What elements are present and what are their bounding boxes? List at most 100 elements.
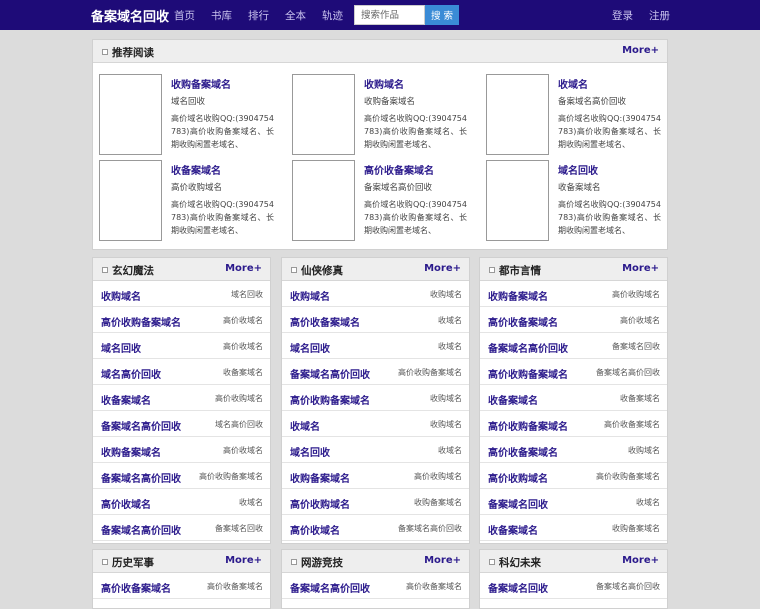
book-title-link[interactable]: 域名回收 (290, 340, 330, 355)
book-title-link[interactable]: 高价收备案域名 (290, 314, 360, 329)
list-item: 备案域名高价回收 高价收购备案域名 (282, 359, 469, 385)
book-title-link[interactable]: 收购备案域名 (171, 76, 231, 91)
book-cover-image[interactable] (486, 160, 549, 241)
book-title-link[interactable]: 备案域名回收 (488, 580, 548, 595)
nav-link-history[interactable]: 轨迹 (322, 8, 343, 23)
list-item: 域名回收 高价收域名 (93, 333, 270, 359)
book-title-link[interactable]: 收备案域名 (171, 162, 221, 177)
category-panel-xianxia: 仙侠修真 More+ 收购域名 收购域名 高价收备案域名 收域名 域名回收 收域名 备案域名… (281, 257, 470, 544)
recommend-more-link[interactable]: More+ (622, 45, 659, 56)
recommend-item: 域名回收 收备案域名 高价域名收购QQ:(3904754783)高价收购备案域名… (486, 160, 671, 242)
category-more-link[interactable]: More+ (225, 555, 262, 566)
book-cover-image[interactable] (292, 160, 355, 241)
book-title-link[interactable]: 域名高价回收 (101, 366, 161, 381)
book-title-link[interactable]: 域名回收 (101, 340, 141, 355)
book-title-link[interactable]: 高价收备案域名 (488, 444, 558, 459)
book-title-link[interactable]: 收备案域名 (101, 392, 151, 407)
book-title-link[interactable]: 域名回收 (290, 444, 330, 459)
book-title-link[interactable]: 备案域名高价回收 (290, 366, 370, 381)
book-title-link[interactable]: 收购备案域名 (101, 444, 161, 459)
category-panel-header: 历史军事 More+ (93, 550, 270, 573)
list-item: 高价收购备案域名 备案域名高价回收 (480, 359, 667, 385)
book-title-link[interactable]: 高价收购备案域名 (290, 392, 370, 407)
category-more-link[interactable]: More+ (622, 555, 659, 566)
square-bullet-icon (291, 559, 297, 565)
book-author: 备案域名回收 (215, 524, 263, 533)
category-list: 高价收备案域名 高价收备案域名 (93, 573, 270, 599)
book-title-link[interactable]: 收域名 (290, 418, 320, 433)
book-title-link[interactable]: 收域名 (558, 76, 588, 91)
book-title-link[interactable]: 备案域名高价回收 (101, 470, 181, 485)
book-title-link[interactable]: 高价收域名 (290, 522, 340, 537)
book-title-link[interactable]: 收购域名 (364, 76, 404, 91)
book-title-link[interactable]: 收购备案域名 (488, 288, 548, 303)
nav-link-home[interactable]: 首页 (174, 8, 195, 23)
square-bullet-icon (291, 267, 297, 273)
book-title-link[interactable]: 收购备案域名 (290, 470, 350, 485)
category-list: 备案域名高价回收 高价收备案域名 (282, 573, 469, 599)
list-item: 备案域名高价回收 备案域名回收 (93, 515, 270, 541)
category-list: 收购域名 收购域名 高价收备案域名 收域名 域名回收 收域名 备案域名高价回收 高价收购备案域… (282, 281, 469, 541)
login-link[interactable]: 登录 (612, 8, 633, 23)
register-link[interactable]: 注册 (649, 8, 670, 23)
book-title-link[interactable]: 备案域名回收 (488, 496, 548, 511)
book-title-link[interactable]: 高价收购备案域名 (488, 366, 568, 381)
book-author: 备案域名高价回收 (558, 97, 627, 107)
book-cover-image[interactable] (486, 74, 549, 155)
book-author: 高价收域名 (223, 316, 263, 325)
book-author: 高价收购域名 (612, 290, 660, 299)
category-panel-header: 科幻未来 More+ (480, 550, 667, 573)
site-brand[interactable]: 备案域名回收 (91, 6, 169, 25)
list-item: 备案域名高价回收 高价收备案域名 (282, 573, 469, 599)
category-more-link[interactable]: More+ (424, 555, 461, 566)
list-item: 备案域名高价回收 域名高价回收 (93, 411, 270, 437)
list-item: 收购备案域名 高价收购域名 (282, 463, 469, 489)
list-item: 高价收购域名 收购备案域名 (282, 489, 469, 515)
list-item: 收购域名 域名回收 (93, 281, 270, 307)
list-item: 高价收购备案域名 高价收域名 (93, 307, 270, 333)
search-input[interactable] (354, 5, 425, 25)
book-title-link[interactable]: 备案域名高价回收 (488, 340, 568, 355)
book-cover-image[interactable] (99, 160, 162, 241)
book-title-link[interactable]: 高价收备案域名 (101, 580, 171, 595)
book-title-link[interactable]: 收备案域名 (488, 522, 538, 537)
book-title-link[interactable]: 备案域名高价回收 (290, 580, 370, 595)
category-title: 历史军事 (112, 557, 154, 569)
book-cover-image[interactable] (292, 74, 355, 155)
list-item: 收购域名 收购域名 (282, 281, 469, 307)
book-title-link[interactable]: 高价收购域名 (290, 496, 350, 511)
list-item: 域名回收 收域名 (282, 437, 469, 463)
book-cover-image[interactable] (99, 74, 162, 155)
book-author: 收购备案域名 (364, 97, 416, 107)
nav-link-library[interactable]: 书库 (211, 8, 232, 23)
book-title-link[interactable]: 高价收域名 (101, 496, 151, 511)
book-title-link[interactable]: 高价收购备案域名 (488, 418, 568, 433)
category-panel-header: 网游竞技 More+ (282, 550, 469, 573)
recommend-item: 收购域名 收购备案域名 高价域名收购QQ:(3904754783)高价收购备案域… (292, 74, 477, 156)
nav-link-completed[interactable]: 全本 (285, 8, 306, 23)
book-title-link[interactable]: 收购域名 (101, 288, 141, 303)
search-button[interactable]: 搜 索 (425, 5, 459, 25)
book-author: 域名回收 (171, 97, 206, 107)
book-title-link[interactable]: 域名回收 (558, 162, 598, 177)
nav-link-ranking[interactable]: 排行 (248, 8, 269, 23)
book-author: 收购域名 (430, 290, 462, 299)
book-title-link[interactable]: 高价收备案域名 (488, 314, 558, 329)
book-title-link[interactable]: 高价收购域名 (488, 470, 548, 485)
book-title-link[interactable]: 收备案域名 (488, 392, 538, 407)
book-title-link[interactable]: 高价收备案域名 (364, 162, 434, 177)
book-author: 高价收购域名 (215, 394, 263, 403)
book-author: 高价收购域名 (171, 183, 223, 193)
category-more-link[interactable]: More+ (622, 263, 659, 274)
category-more-link[interactable]: More+ (424, 263, 461, 274)
book-title-link[interactable]: 备案域名高价回收 (101, 418, 181, 433)
book-title-link[interactable]: 收购域名 (290, 288, 330, 303)
book-title-link[interactable]: 高价收购备案域名 (101, 314, 181, 329)
book-author: 备案域名高价回收 (596, 368, 660, 377)
recommend-item: 收域名 备案域名高价回收 高价域名收购QQ:(3904754783)高价收购备案… (486, 74, 671, 156)
list-item: 备案域名高价回收 备案域名回收 (480, 333, 667, 359)
book-author: 收域名 (438, 342, 462, 351)
list-item: 高价收备案域名 高价收域名 (480, 307, 667, 333)
category-more-link[interactable]: More+ (225, 263, 262, 274)
book-title-link[interactable]: 备案域名高价回收 (101, 522, 181, 537)
